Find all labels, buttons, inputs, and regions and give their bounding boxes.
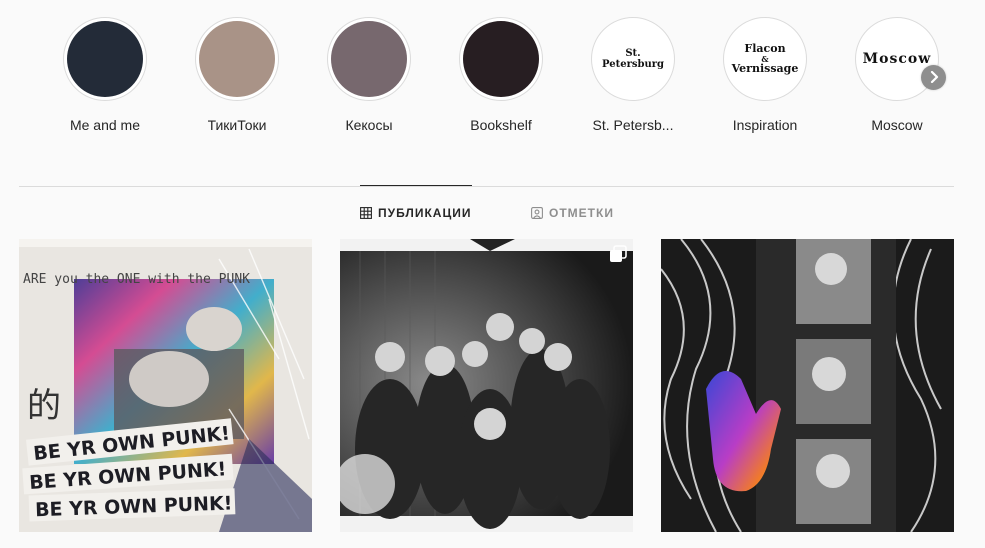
post-tile[interactable] — [661, 239, 954, 532]
highlight-cover-text: Flacon — [744, 42, 786, 55]
story-highlights: Me and me ТикиТоки Кекосы Bookshelf St. … — [0, 0, 985, 150]
highlight-label: St. Petersb... — [592, 117, 674, 133]
post-image: ARE you the ONE with the PUNK 的 BE YR OW… — [19, 239, 312, 532]
highlight-cover — [199, 21, 275, 97]
highlight-ring — [327, 17, 411, 101]
tab-label: ПУБЛИКАЦИИ — [378, 206, 472, 220]
highlight-cover-text: Moscow — [862, 51, 932, 67]
chevron-right-icon — [929, 70, 939, 86]
highlight-label: Кекосы — [345, 117, 393, 133]
highlight-label: Inspiration — [732, 117, 798, 133]
highlight-ring — [63, 17, 147, 101]
highlight-ring: St. Petersburg — [591, 17, 675, 101]
highlight-cover-text: St. Petersburg — [601, 48, 665, 70]
highlight-st-petersburg[interactable]: St. Petersburg St. Petersb... — [578, 17, 688, 134]
post-tile[interactable] — [340, 239, 633, 532]
multiple-photos-icon — [609, 245, 627, 263]
highlight-label: Bookshelf — [470, 117, 532, 133]
post-kanji-text: 的 — [27, 386, 61, 426]
highlight-cover: St. Petersburg — [595, 21, 671, 97]
highlight-ring — [459, 17, 543, 101]
highlight-ring — [195, 17, 279, 101]
highlight-cover — [67, 21, 143, 97]
post-tile[interactable]: ARE you the ONE with the PUNK 的 BE YR OW… — [19, 239, 312, 532]
highlight-me-and-me[interactable]: Me and me — [50, 17, 160, 134]
highlight-inspiration[interactable]: Flacon & Vernissage Inspiration — [710, 17, 820, 134]
highlight-label: Me and me — [69, 117, 141, 133]
highlight-bookshelf[interactable]: Bookshelf — [446, 17, 556, 134]
tag-person-icon — [531, 207, 543, 219]
highlight-label: ТикиТоки — [207, 117, 267, 133]
highlight-kekosy[interactable]: Кекосы — [314, 17, 424, 134]
tab-label: ОТМЕТКИ — [549, 206, 614, 220]
tab-posts[interactable]: ПУБЛИКАЦИИ — [360, 205, 471, 221]
tab-tagged[interactable]: ОТМЕТКИ — [531, 205, 614, 221]
post-image — [661, 239, 954, 532]
highlight-label: Moscow — [871, 117, 923, 133]
post-image — [340, 239, 633, 532]
highlight-cover-text: Vernissage — [731, 62, 799, 75]
highlights-next-button[interactable] — [921, 65, 946, 90]
post-scribble-text: ARE you the ONE with the PUNK — [23, 272, 250, 287]
active-tab-indicator — [360, 185, 472, 186]
highlight-cover — [463, 21, 539, 97]
highlight-ring: Flacon & Vernissage — [723, 17, 807, 101]
highlight-tikitoki[interactable]: ТикиТоки — [182, 17, 292, 134]
grid-icon — [360, 207, 372, 219]
tabs-divider — [19, 186, 954, 187]
highlight-cover: Flacon & Vernissage — [727, 21, 803, 97]
highlight-cover — [331, 21, 407, 97]
